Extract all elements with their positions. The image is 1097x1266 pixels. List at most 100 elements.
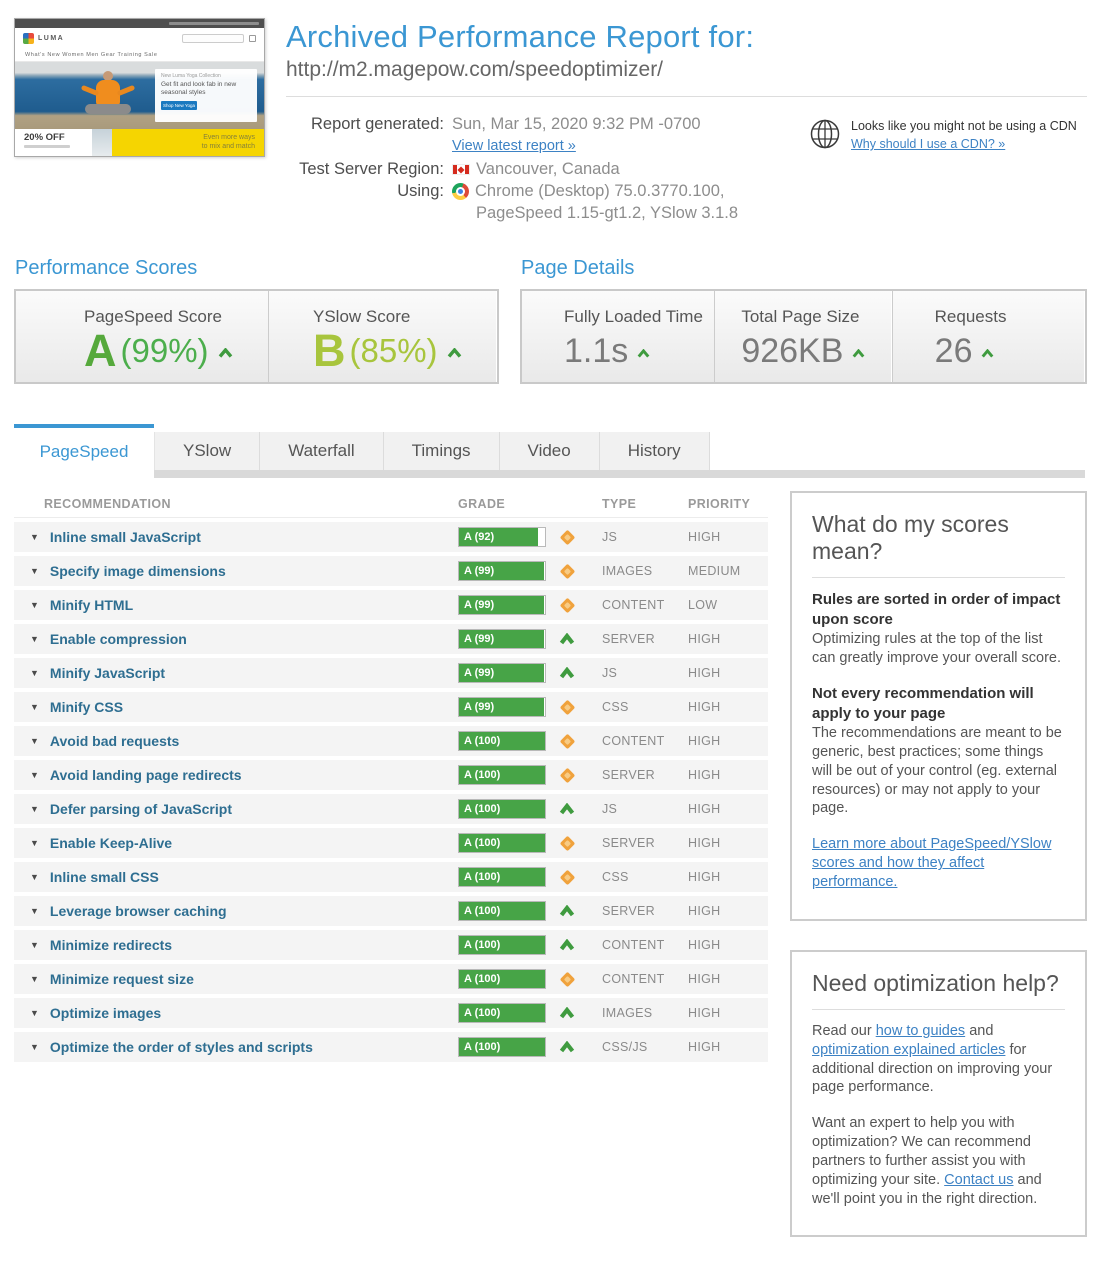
not-every-text: The recommendations are meant to be gene… <box>812 725 1062 816</box>
type-cell: SERVER <box>602 904 688 918</box>
improved-arrow-icon <box>559 939 575 951</box>
tab-pagespeed[interactable]: PageSpeed <box>14 424 154 478</box>
thumb-topbar <box>15 19 264 28</box>
priority-cell: HIGH <box>688 700 768 714</box>
type-cell: JS <box>602 530 688 544</box>
page-screenshot-thumbnail[interactable]: LUMA What's New Women Men Gear Training … <box>14 18 265 157</box>
using-value-line1: Chrome (Desktop) 75.0.3770.100, <box>475 182 724 201</box>
priority-cell: HIGH <box>688 734 768 748</box>
expand-arrow-icon: ▼ <box>30 1008 39 1018</box>
tab-yslow[interactable]: YSlow <box>154 432 260 470</box>
contact-us-link[interactable]: Contact us <box>944 1172 1013 1188</box>
view-latest-report-link[interactable]: View latest report » <box>452 138 576 154</box>
priority-cell: HIGH <box>688 530 768 544</box>
trend-up-icon[interactable] <box>981 349 994 358</box>
table-row[interactable]: ▼Inline small CSSA (100)CSSHIGH <box>14 862 768 892</box>
recommendations-table: RECOMMENDATION GRADE TYPE PRIORITY ▼ Inli… <box>14 491 768 1266</box>
table-row[interactable]: ▼Avoid landing page redirectsA (100)SERV… <box>14 760 768 790</box>
table-row[interactable]: ▼Specify image dimensionsA (99)IMAGESMED… <box>14 556 768 586</box>
yslow-score-cell: YSlow Score B (85%) <box>268 291 497 382</box>
table-row[interactable]: ▼Enable Keep-AliveA (100)SERVERHIGH <box>14 828 768 858</box>
help-p1-mid: and <box>965 1023 993 1039</box>
table-header-row: RECOMMENDATION GRADE TYPE PRIORITY <box>14 491 768 518</box>
grade-text: A (100) <box>464 1038 500 1057</box>
recommendation-name: Optimize images <box>50 1005 161 1021</box>
trend-up-icon[interactable] <box>447 348 462 358</box>
priority-cell: HIGH <box>688 1040 768 1054</box>
tab-video[interactable]: Video <box>500 432 600 470</box>
grade-bar: A (100) <box>458 731 546 751</box>
total-page-size-label: Total Page Size <box>741 307 891 327</box>
priority-cell: MEDIUM <box>688 564 768 578</box>
grade-text: A (100) <box>464 868 500 887</box>
expand-arrow-icon: ▼ <box>30 532 39 542</box>
table-row[interactable]: ▼Enable compressionA (99)SERVERHIGH <box>14 624 768 654</box>
table-row[interactable]: ▼Defer parsing of JavaScriptA (100)JSHIG… <box>14 794 768 824</box>
learn-more-link[interactable]: Learn more about PageSpeed/YSlow scores … <box>812 836 1051 890</box>
grade-bar: A (100) <box>458 1037 546 1057</box>
type-cell: IMAGES <box>602 564 688 578</box>
cdn-text: Looks like you might not be using a CDN <box>851 117 1077 135</box>
grade-bar: A (100) <box>458 833 546 853</box>
tab-history[interactable]: History <box>600 432 710 470</box>
expand-arrow-icon: ▼ <box>30 600 39 610</box>
fully-loaded-time-value: 1.1s <box>564 332 628 371</box>
table-row[interactable]: ▼Avoid bad requestsA (100)CONTENTHIGH <box>14 726 768 756</box>
optimization-articles-link[interactable]: optimization explained articles <box>812 1042 1005 1058</box>
expand-arrow-icon: ▼ <box>30 1042 39 1052</box>
recommendation-name: Inline small JavaScript <box>50 529 201 545</box>
grade-text: A (99) <box>464 630 494 649</box>
table-row[interactable]: ▼Minimize redirectsA (100)CONTENTHIGH <box>14 930 768 960</box>
table-row[interactable]: ▼Minify CSSA (99)CSSHIGH <box>14 692 768 722</box>
diamond-icon <box>559 869 575 885</box>
table-row[interactable]: ▼Minify JavaScriptA (99)JSHIGH <box>14 658 768 688</box>
recommendation-name: Minimize request size <box>50 971 194 987</box>
tab-timings[interactable]: Timings <box>384 432 500 470</box>
grade-text: A (99) <box>464 664 494 683</box>
grade-bar: A (99) <box>458 697 546 717</box>
type-cell: CSS <box>602 870 688 884</box>
thumb-hero-button: Shop New Yoga <box>161 101 197 110</box>
diamond-icon <box>559 835 575 851</box>
header-grade: GRADE <box>458 497 602 511</box>
priority-cell: HIGH <box>688 666 768 680</box>
how-to-guides-link[interactable]: how to guides <box>876 1023 965 1039</box>
cdn-link[interactable]: Why should I use a CDN? » <box>851 137 1005 151</box>
trend-up-icon[interactable] <box>218 348 233 358</box>
report-generated-value: Sun, Mar 15, 2020 9:32 PM -0700 <box>452 115 701 134</box>
type-cell: SERVER <box>602 768 688 782</box>
grade-text: A (99) <box>464 596 494 615</box>
grade-bar: A (100) <box>458 799 546 819</box>
trend-up-icon[interactable] <box>852 349 865 358</box>
page-title: Archived Performance Report for: <box>286 19 1087 55</box>
table-row[interactable]: ▼Inline small JavaScriptA (92)JSHIGH <box>14 522 768 552</box>
recommendation-name: Leverage browser caching <box>50 903 227 919</box>
grade-bar: A (100) <box>458 969 546 989</box>
diamond-icon <box>559 563 575 579</box>
tab-waterfall[interactable]: Waterfall <box>260 432 383 470</box>
fully-loaded-time-cell: Fully Loaded Time 1.1s <box>522 291 714 382</box>
yslow-grade: B <box>313 328 345 373</box>
thumb-promo-right: Even more ways to mix and match <box>112 129 264 157</box>
priority-cell: HIGH <box>688 768 768 782</box>
scores-meaning-box: What do my scores mean? Rules are sorted… <box>790 491 1087 921</box>
diamond-icon <box>559 733 575 749</box>
thumb-cart-icon <box>249 35 256 42</box>
improved-arrow-icon <box>559 667 575 679</box>
page-details-section: Page Details Fully Loaded Time 1.1s Tota… <box>520 257 1087 384</box>
expand-arrow-icon: ▼ <box>30 566 39 576</box>
optimization-help-box: Need optimization help? Read our how to … <box>790 950 1087 1238</box>
expand-arrow-icon: ▼ <box>30 770 39 780</box>
type-cell: IMAGES <box>602 1006 688 1020</box>
rules-sorted-heading: Rules are sorted in order of impact upon… <box>812 591 1060 628</box>
grade-text: A (99) <box>464 698 494 717</box>
trend-up-icon[interactable] <box>637 349 650 358</box>
table-row[interactable]: ▼Optimize the order of styles and script… <box>14 1032 768 1062</box>
table-row[interactable]: ▼Minify HTMLA (99)CONTENTLOW <box>14 590 768 620</box>
priority-cell: HIGH <box>688 938 768 952</box>
improved-arrow-icon <box>559 1007 575 1019</box>
table-row[interactable]: ▼Minimize request sizeA (100)CONTENTHIGH <box>14 964 768 994</box>
table-row[interactable]: ▼Optimize imagesA (100)IMAGESHIGH <box>14 998 768 1028</box>
table-row[interactable]: ▼Leverage browser cachingA (100)SERVERHI… <box>14 896 768 926</box>
grade-bar: A (100) <box>458 901 546 921</box>
